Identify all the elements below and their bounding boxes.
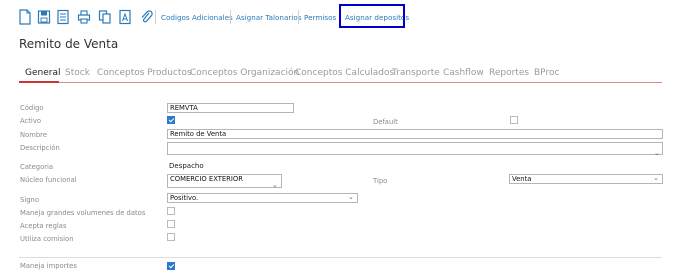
tipo-select[interactable]: Venta — [509, 174, 663, 184]
activo-label: Activo — [20, 117, 42, 125]
tipo-value: Venta — [512, 175, 532, 183]
new-document-icon[interactable] — [18, 9, 32, 25]
document-list-icon[interactable] — [56, 9, 70, 25]
nucleo-funcional-label: Núcleo funcional — [20, 176, 77, 184]
active-tab-indicator — [19, 81, 59, 83]
utiliza-comision-label: Utiliza comision — [20, 235, 74, 243]
signo-value: Positivo. — [170, 194, 199, 202]
toolbar-separator — [230, 10, 231, 24]
activo-checkbox[interactable] — [167, 116, 175, 124]
codigo-label: Código — [20, 104, 44, 112]
tab-bar: General Stock Conceptos Productos Concep… — [19, 68, 662, 82]
text-icon[interactable] — [118, 9, 132, 25]
nombre-label: Nombre — [20, 131, 48, 139]
asignar-talonarios-link[interactable]: Asignar Talonarios — [236, 13, 301, 22]
nucleo-funcional-value: COMERCIO EXTERIOR — [170, 175, 243, 183]
maneja-importes-label: Maneja importes — [20, 262, 77, 270]
tab-bproc[interactable]: BProc — [534, 68, 559, 78]
default-checkbox[interactable] — [510, 116, 518, 124]
tab-divider — [19, 82, 662, 83]
utiliza-comision-checkbox[interactable] — [167, 233, 175, 241]
toolbar: Codigos Adicionales Asignar Talonarios P… — [0, 0, 690, 34]
signo-select[interactable]: Positivo. — [167, 193, 358, 203]
toolbar-separator — [298, 10, 299, 24]
maneja-grandes-checkbox[interactable] — [167, 207, 175, 215]
codigos-adicionales-link[interactable]: Codigos Adicionales — [161, 13, 233, 22]
chevron-down-icon[interactable]: ⌄ — [348, 194, 354, 201]
descripcion-field[interactable] — [167, 142, 663, 155]
chevron-down-icon[interactable]: ⌄ — [653, 175, 659, 182]
tab-reportes[interactable]: Reportes — [489, 68, 529, 78]
acepta-reglas-label: Acepta reglas — [20, 222, 67, 230]
tab-conceptos-productos[interactable]: Conceptos Productos — [97, 68, 192, 78]
nucleo-funcional-select[interactable]: COMERCIO EXTERIOR — [167, 174, 282, 188]
tab-cashflow[interactable]: Cashflow — [443, 68, 484, 78]
tab-transporte[interactable]: Transporte — [392, 68, 440, 78]
permisos-link[interactable]: Permisos — [304, 13, 336, 22]
acepta-reglas-checkbox[interactable] — [167, 220, 175, 228]
print-icon[interactable] — [77, 9, 91, 25]
section-divider — [19, 257, 662, 258]
maneja-importes-checkbox[interactable] — [167, 262, 175, 270]
tipo-label: Tipo — [373, 177, 388, 185]
highlight-box — [339, 4, 405, 28]
copy-icon[interactable] — [98, 9, 112, 25]
resize-icon[interactable]: ⌄ — [654, 150, 660, 157]
codigo-field[interactable]: REMVTA — [167, 103, 294, 113]
tab-stock[interactable]: Stock — [65, 68, 90, 78]
default-label: Default — [373, 118, 398, 126]
attach-icon[interactable] — [139, 9, 153, 25]
page-title: Remito de Venta — [19, 37, 119, 51]
save-icon[interactable] — [37, 9, 51, 25]
descripcion-label: Descripción — [20, 144, 60, 152]
categoria-value: Despacho — [169, 162, 204, 170]
signo-label: Signo — [20, 196, 39, 204]
tab-general[interactable]: General — [25, 68, 60, 78]
toolbar-separator — [155, 10, 156, 24]
tab-conceptos-calculados[interactable]: Conceptos Calculados — [295, 68, 394, 78]
maneja-grandes-label: Maneja grandes volumenes de datos — [20, 209, 146, 217]
nombre-field[interactable]: Remito de Venta — [167, 129, 663, 139]
categoria-label: Categoria — [20, 163, 54, 171]
chevron-down-icon[interactable]: ⌄ — [272, 182, 278, 189]
tab-conceptos-organizacion[interactable]: Conceptos Organización — [190, 68, 299, 78]
